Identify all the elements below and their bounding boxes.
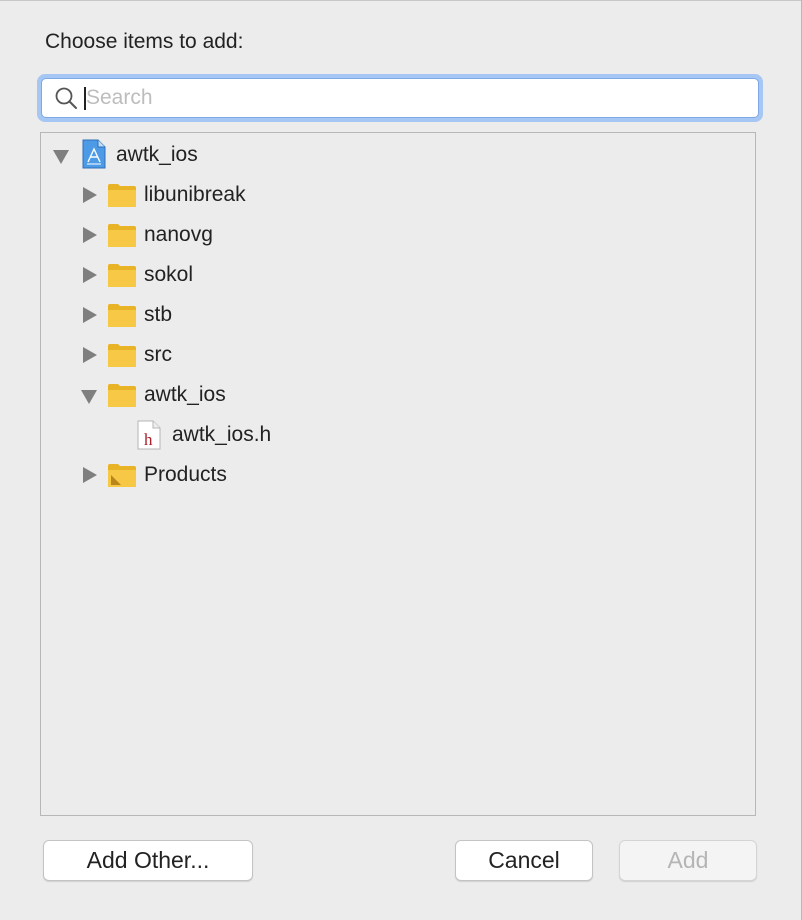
- tree-row-nanovg[interactable]: nanovg: [41, 215, 755, 255]
- tree-item-label: sokol: [144, 263, 194, 286]
- tree-item-label: libunibreak: [144, 183, 246, 206]
- add-other-button[interactable]: Add Other...: [43, 840, 253, 881]
- folder-icon: [108, 264, 136, 287]
- tree-item-label: awtk_ios: [144, 383, 226, 406]
- svg-text:h: h: [144, 430, 153, 449]
- tree-item-label: awtk_ios: [116, 143, 198, 166]
- disclosure-triangle-expanded-icon[interactable]: [53, 150, 69, 164]
- search-icon: [55, 87, 77, 109]
- window-top-edge: [0, 0, 802, 1]
- folder-icon: [108, 304, 136, 327]
- tree-row-root[interactable]: awtk_ios: [41, 135, 755, 175]
- tree-row-awtk-ios-h[interactable]: h awtk_ios.h: [41, 415, 755, 455]
- tree-row-stb[interactable]: stb: [41, 295, 755, 335]
- disclosure-triangle-collapsed-icon[interactable]: [83, 467, 97, 483]
- products-folder-icon: [108, 464, 136, 487]
- search-input[interactable]: [86, 79, 686, 117]
- header-file-icon: h: [137, 420, 161, 450]
- disclosure-triangle-expanded-icon[interactable]: [81, 390, 97, 404]
- tree-item-label: src: [144, 343, 172, 366]
- tree-item-label: awtk_ios.h: [172, 423, 272, 446]
- dialog-prompt: Choose items to add:: [45, 30, 244, 53]
- disclosure-triangle-collapsed-icon[interactable]: [83, 187, 97, 203]
- tree-item-label: Products: [144, 463, 227, 486]
- add-button[interactable]: Add: [619, 840, 757, 881]
- disclosure-triangle-collapsed-icon[interactable]: [83, 307, 97, 323]
- tree-row-libunibreak[interactable]: libunibreak: [41, 175, 755, 215]
- tree-item-label: stb: [144, 303, 173, 326]
- folder-icon: [108, 344, 136, 367]
- folder-icon: [108, 384, 136, 407]
- tree-row-src[interactable]: src: [41, 335, 755, 375]
- disclosure-triangle-collapsed-icon[interactable]: [83, 227, 97, 243]
- tree-row-awtk-ios-folder[interactable]: awtk_ios: [41, 375, 755, 415]
- tree-item-label: nanovg: [144, 223, 213, 246]
- xcode-project-icon: [82, 139, 106, 169]
- file-tree[interactable]: awtk_ios libunibreak nanovg sokol stb sr…: [40, 132, 756, 816]
- search-box[interactable]: [41, 78, 759, 118]
- folder-icon: [108, 184, 136, 207]
- folder-icon: [108, 224, 136, 247]
- disclosure-triangle-collapsed-icon[interactable]: [83, 267, 97, 283]
- search-field[interactable]: [37, 74, 763, 122]
- tree-row-products[interactable]: Products: [41, 455, 755, 495]
- disclosure-triangle-collapsed-icon[interactable]: [83, 347, 97, 363]
- tree-row-sokol[interactable]: sokol: [41, 255, 755, 295]
- cancel-button[interactable]: Cancel: [455, 840, 593, 881]
